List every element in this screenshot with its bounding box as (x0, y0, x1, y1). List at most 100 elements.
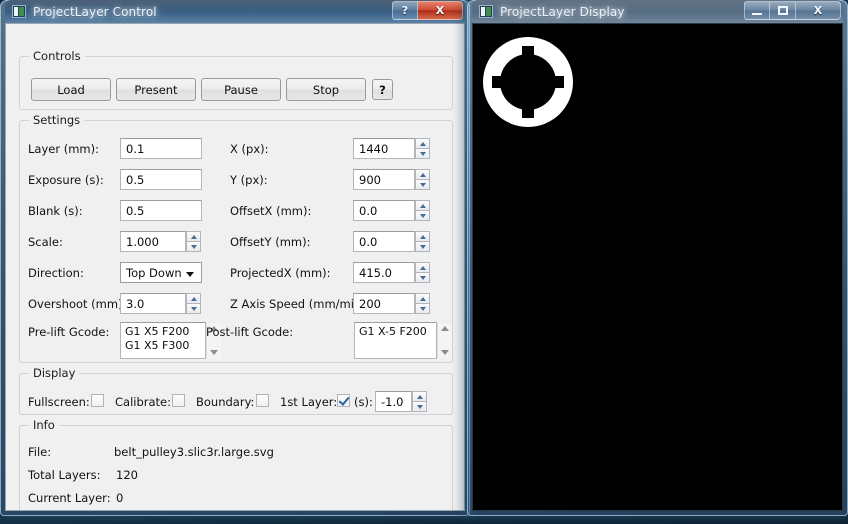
prelift-gcode-textarea[interactable]: G1 X5 F200 G1 X5 F300 (120, 322, 206, 359)
fullscreen-label: Fullscreen: (28, 395, 90, 409)
seconds-stepper-down[interactable] (412, 402, 427, 412)
fullscreen-checkbox[interactable] (91, 394, 104, 407)
titlebar-display[interactable]: ProjectLayer Display X (472, 0, 843, 23)
load-button[interactable]: Load (31, 78, 111, 101)
exposure-label: Exposure (s): (28, 173, 104, 187)
blank-label: Blank (s): (28, 204, 83, 218)
x-px-input[interactable]: 1440 (353, 138, 415, 159)
display-group-legend: Display (29, 366, 80, 380)
blank-input[interactable]: 0.5 (120, 200, 202, 221)
offsetx-input[interactable]: 0.0 (353, 200, 415, 221)
info-file-value: belt_pulley3.slic3r.large.svg (114, 445, 274, 459)
x-px-stepper-down[interactable] (415, 149, 430, 159)
exposure-input[interactable]: 0.5 (120, 169, 202, 190)
pause-button[interactable]: Pause (201, 78, 281, 101)
postlift-gcode-scrollbar[interactable] (437, 323, 452, 358)
zaxisspeed-stepper-up[interactable] (415, 293, 430, 304)
close-window-button[interactable]: X (418, 1, 463, 20)
zaxisspeed-label: Z Axis Speed (mm/min): (230, 297, 370, 311)
maximize-window-button[interactable] (770, 1, 796, 20)
pulley-outline-shape (478, 32, 578, 132)
projectedx-stepper-up[interactable] (415, 262, 430, 273)
scale-stepper-down[interactable] (186, 242, 201, 252)
offsetx-stepper-down[interactable] (415, 211, 430, 221)
scroll-up-icon[interactable] (441, 326, 449, 331)
x-px-stepper-up[interactable] (415, 138, 430, 149)
postlift-gcode-textarea[interactable]: G1 X-5 F200 (354, 322, 437, 359)
help-titlebar-button[interactable]: ? (392, 1, 418, 20)
offsety-stepper-down[interactable] (415, 242, 430, 252)
titlebar-buttons-display: X (744, 1, 841, 20)
projectedx-label: ProjectedX (mm): (230, 266, 331, 280)
offsetx-label: OffsetX (mm): (230, 204, 312, 218)
scroll-down-icon[interactable] (441, 350, 449, 355)
offsetx-stepper-up[interactable] (415, 200, 430, 211)
zaxisspeed-stepper[interactable] (415, 293, 430, 314)
boundary-checkbox[interactable] (256, 394, 269, 407)
scroll-down-icon[interactable] (210, 350, 218, 355)
first-layer-seconds-stepper[interactable] (412, 391, 427, 412)
direction-select-value: Top Down (126, 265, 182, 280)
control-client-area: Controls Load Present Pause Stop ? Setti… (5, 23, 465, 511)
projectedx-stepper-down[interactable] (415, 273, 430, 283)
titlebar-control[interactable]: ProjectLayer Control ? X (5, 0, 465, 23)
window-title-display: ProjectLayer Display (500, 4, 625, 19)
zaxisspeed-input[interactable]: 200 (353, 293, 415, 314)
app-icon (12, 5, 26, 18)
window-projectlayer-display[interactable]: ProjectLayer Display X (467, 0, 848, 516)
settings-group-legend: Settings (29, 113, 85, 127)
offsety-stepper[interactable] (415, 231, 430, 252)
overshoot-label: Overshoot (mm): (28, 297, 127, 311)
first-layer-checkbox[interactable] (337, 394, 350, 407)
minimize-window-button[interactable] (744, 1, 770, 20)
projectedx-stepper[interactable] (415, 262, 430, 283)
y-px-input[interactable]: 900 (353, 169, 415, 190)
present-button[interactable]: Present (116, 78, 196, 101)
first-layer-label: 1st Layer: (280, 395, 338, 409)
overshoot-stepper-down[interactable] (186, 304, 201, 314)
offsetx-stepper[interactable] (415, 200, 430, 221)
scale-stepper-up[interactable] (186, 231, 201, 242)
scale-input[interactable]: 1.000 (120, 231, 186, 252)
window-projectlayer-control[interactable]: ProjectLayer Control ? X Controls Load P… (0, 0, 470, 516)
projectedx-input[interactable]: 415.0 (353, 262, 415, 283)
help-button[interactable]: ? (372, 79, 393, 100)
boundary-label: Boundary: (196, 395, 255, 409)
y-px-label: Y (px): (230, 173, 268, 187)
maximize-icon (777, 6, 788, 15)
layer-input[interactable]: 0.1 (120, 138, 202, 159)
calibrate-label: Calibrate: (115, 395, 172, 409)
info-file-label: File: (28, 445, 52, 459)
controls-group-legend: Controls (29, 49, 85, 63)
close-window-button-display[interactable]: X (796, 1, 841, 20)
seconds-stepper-up[interactable] (412, 391, 427, 402)
zaxisspeed-stepper-down[interactable] (415, 304, 430, 314)
info-current-layer-value: 0 (116, 491, 124, 505)
calibrate-checkbox[interactable] (172, 394, 185, 407)
prelift-gcode-label: Pre-lift Gcode: (28, 325, 110, 339)
y-px-stepper-up[interactable] (415, 169, 430, 180)
window-title-control: ProjectLayer Control (33, 4, 157, 19)
offsety-stepper-up[interactable] (415, 231, 430, 242)
scale-label: Scale: (28, 235, 63, 249)
y-px-stepper-down[interactable] (415, 180, 430, 190)
app-icon (479, 5, 493, 18)
overshoot-stepper[interactable] (186, 293, 201, 314)
offsety-input[interactable]: 0.0 (353, 231, 415, 252)
offsety-label: OffsetY (mm): (230, 235, 311, 249)
overshoot-stepper-up[interactable] (186, 293, 201, 304)
x-px-stepper[interactable] (415, 138, 430, 159)
info-total-layers-value: 120 (116, 468, 138, 482)
first-layer-seconds-input[interactable]: -1.0 (375, 391, 412, 412)
y-px-stepper[interactable] (415, 169, 430, 190)
stop-button[interactable]: Stop (286, 78, 366, 101)
overshoot-input[interactable]: 3.0 (120, 293, 186, 314)
seconds-label: (s): (354, 395, 373, 409)
chevron-down-icon (186, 272, 194, 277)
info-group-legend: Info (29, 418, 59, 432)
direction-select[interactable]: Top Down (120, 262, 202, 283)
info-total-layers-label: Total Layers: (28, 468, 101, 482)
display-canvas[interactable] (472, 23, 843, 511)
desktop-background: ProjectLayer Control ? X Controls Load P… (0, 0, 848, 524)
scale-stepper[interactable] (186, 231, 201, 252)
